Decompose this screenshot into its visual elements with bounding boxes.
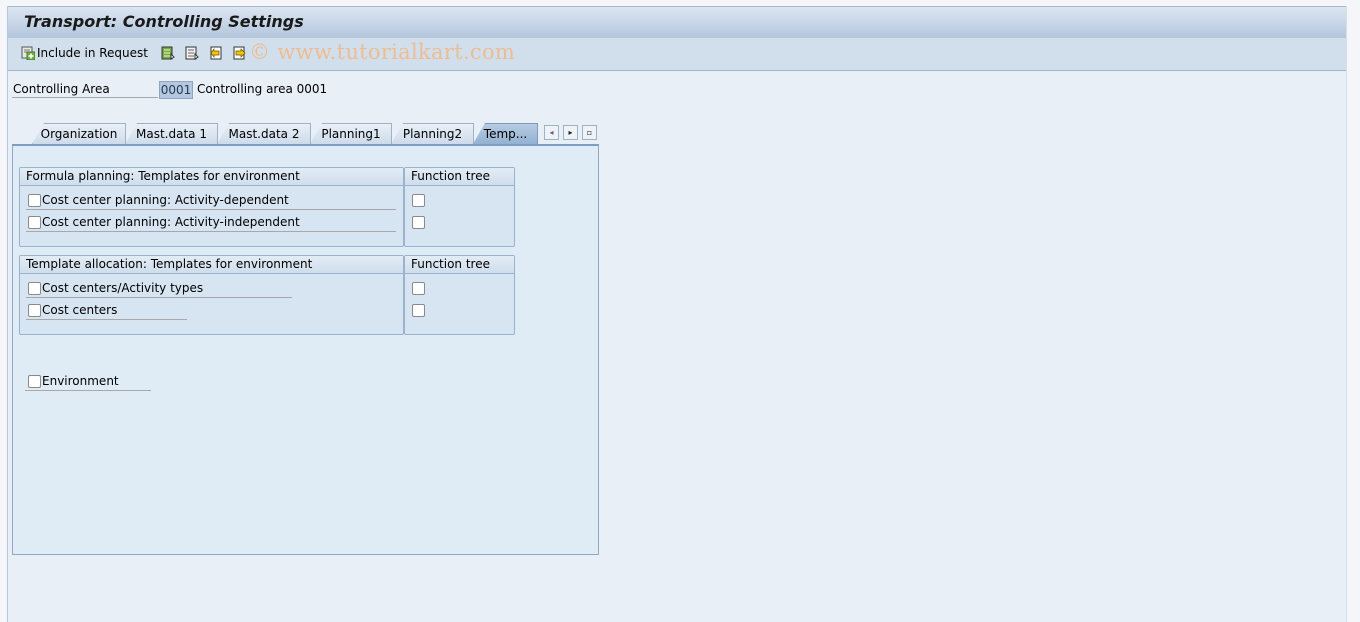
tab-mast-data-2[interactable]: Mast.data 2: [217, 123, 311, 144]
tab-label: Planning1: [321, 127, 381, 141]
tab-mast-data-1[interactable]: Mast.data 1: [125, 123, 218, 144]
function-tree-checkbox[interactable]: [412, 194, 425, 207]
tab-label: Mast.data 1: [136, 127, 207, 141]
right-edge: [1346, 6, 1357, 622]
tab-planning1[interactable]: Planning1: [310, 123, 392, 144]
cost-center-activity-independent-checkbox[interactable]: [28, 216, 41, 229]
tab-list-button[interactable]: ▫: [582, 125, 597, 140]
group-title: Function tree: [405, 256, 514, 274]
tab-planning2[interactable]: Planning2: [391, 123, 474, 144]
chevron-right-icon: ▸: [568, 128, 573, 137]
label-underline: [12, 97, 158, 98]
tab-label: Mast.data 2: [228, 127, 300, 141]
select-all-button[interactable]: [161, 44, 175, 62]
tab-label: Planning2: [402, 127, 463, 141]
page-title: Transport: Controlling Settings: [24, 12, 304, 31]
tab-scroll-right-button[interactable]: ▸: [563, 125, 578, 140]
checkbox-label: Cost center planning: Activity-dependent: [42, 193, 289, 207]
tab-templates[interactable]: Temp...: [473, 123, 538, 144]
function-tree-checkbox[interactable]: [412, 216, 425, 229]
checkbox-label: Cost centers/Activity types: [42, 281, 204, 295]
checkbox-label: Cost center planning: Activity-independe…: [42, 215, 300, 229]
cost-centers-checkbox[interactable]: [28, 304, 41, 317]
include-in-request-button[interactable]: Include in Request: [21, 44, 148, 62]
tab-label: Temp...: [483, 127, 528, 141]
label-underline: [25, 390, 151, 391]
environment-checkbox[interactable]: [28, 375, 41, 388]
deselect-all-button[interactable]: [185, 44, 199, 62]
watermark: © www.tutorialkart.com: [249, 40, 516, 64]
checkbox-label: Cost centers: [42, 303, 118, 317]
cost-center-activity-dependent-checkbox[interactable]: [28, 194, 41, 207]
import-button[interactable]: [209, 44, 223, 62]
application-toolbar: Include in Request © www.tutorialkart.co…: [8, 38, 1347, 71]
tab-list-icon: ▫: [586, 128, 593, 137]
select-all-icon: [161, 46, 175, 60]
tab-scroll-left-button[interactable]: ◂: [544, 125, 559, 140]
group-title: Formula planning: Templates for environm…: [20, 168, 403, 186]
label-underline: [26, 209, 396, 210]
group-title: Template allocation: Templates for envir…: [20, 256, 403, 274]
formula-planning-group: Formula planning: Templates for environm…: [19, 167, 404, 247]
include-in-request-label: Include in Request: [37, 46, 148, 60]
tab-label: Organization: [40, 127, 118, 141]
controlling-area-description: Controlling area 0001: [197, 82, 328, 96]
import-icon: [209, 46, 223, 60]
function-tree-checkbox[interactable]: [412, 282, 425, 295]
label-underline: [26, 319, 187, 320]
export-icon: [233, 46, 247, 60]
sap-window: Transport: Controlling Settings Include …: [7, 6, 1348, 622]
label-underline: [26, 231, 396, 232]
deselect-all-icon: [185, 46, 199, 60]
formula-function-tree-group: Function tree: [404, 167, 515, 247]
label-underline: [26, 297, 292, 298]
allocation-function-tree-group: Function tree: [404, 255, 515, 335]
export-button[interactable]: [233, 44, 247, 62]
title-bar: Transport: Controlling Settings: [8, 6, 1347, 39]
template-allocation-group: Template allocation: Templates for envir…: [19, 255, 404, 335]
panel-top-border: [12, 144, 599, 146]
cost-centers-activity-types-checkbox[interactable]: [28, 282, 41, 295]
tab-content-panel: Formula planning: Templates for environm…: [12, 144, 599, 555]
controlling-area-label: Controlling Area: [13, 82, 110, 96]
controlling-area-input[interactable]: 0001: [159, 81, 193, 99]
function-tree-checkbox[interactable]: [412, 304, 425, 317]
tab-organization[interactable]: Organization: [32, 123, 126, 144]
chevron-left-icon: ◂: [549, 128, 554, 137]
group-title: Function tree: [405, 168, 514, 186]
environment-label: Environment: [42, 374, 119, 388]
include-request-icon: [21, 46, 36, 61]
